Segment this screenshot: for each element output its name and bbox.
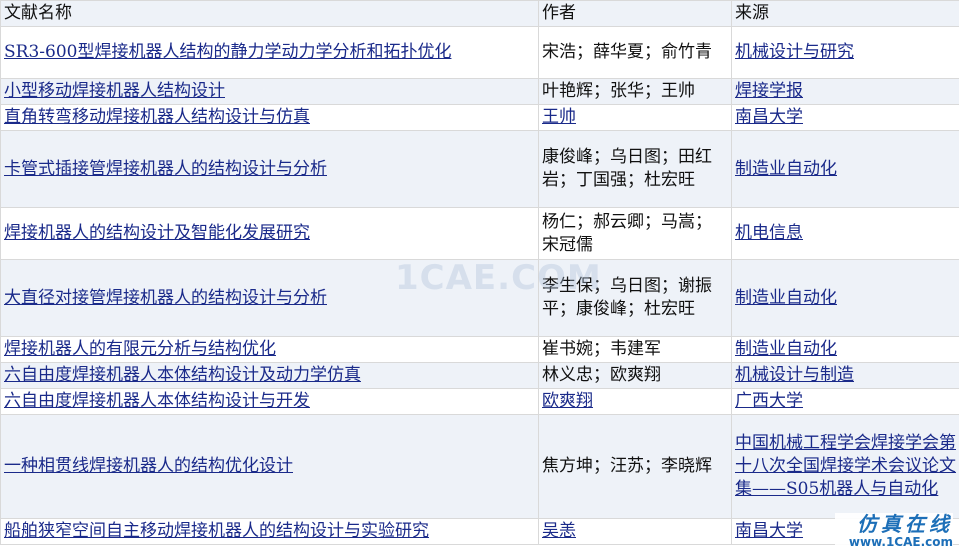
paper-title-link[interactable]: 直角转弯移动焊接机器人结构设计与仿真 xyxy=(4,107,310,127)
title-cell: 六自由度焊接机器人本体结构设计及动力学仿真 xyxy=(0,362,539,389)
header-title: 文献名称 xyxy=(0,0,539,27)
table-row: 卡管式插接管焊接机器人的结构设计与分析 康俊峰；乌日图；田红岩；丁国强；杜宏旺 … xyxy=(0,130,959,208)
authors-cell: 林义忠；欧爽翔 xyxy=(538,362,732,389)
author-link[interactable]: 王帅 xyxy=(542,107,576,127)
paper-title-link[interactable]: 船舶狭窄空间自主移动焊接机器人的结构设计与实验研究 xyxy=(4,521,429,541)
source-cell: 机械设计与研究 xyxy=(731,26,959,79)
source-cell: 南昌大学 xyxy=(731,518,959,545)
authors-cell: 杨仁；郝云卿；马嵩；宋冠儒 xyxy=(538,207,732,260)
authors-cell: 康俊峰；乌日图；田红岩；丁国强；杜宏旺 xyxy=(538,130,732,208)
table-row: 大直径对接管焊接机器人的结构设计与分析 李生保；乌日图；谢振平；康俊峰；杜宏旺 … xyxy=(0,259,959,337)
author-link[interactable]: 吴恙 xyxy=(542,521,576,541)
title-cell: 卡管式插接管焊接机器人的结构设计与分析 xyxy=(0,130,539,208)
source-link[interactable]: 机电信息 xyxy=(735,223,803,243)
header-authors: 作者 xyxy=(538,0,732,27)
paper-title-link[interactable]: 一种相贯线焊接机器人的结构优化设计 xyxy=(4,456,293,476)
authors-cell: 叶艳辉；张华；王帅 xyxy=(538,78,732,105)
source-link[interactable]: 制造业自动化 xyxy=(735,339,837,359)
table-row: 船舶狭窄空间自主移动焊接机器人的结构设计与实验研究 吴恙 南昌大学 xyxy=(0,518,959,545)
table-row: 六自由度焊接机器人本体结构设计与开发 欧爽翔 广西大学 xyxy=(0,388,959,415)
table-row: SR3-600型焊接机器人结构的静力学动力学分析和拓扑优化 宋浩；薛华夏；俞竹青… xyxy=(0,26,959,79)
authors-cell: 崔书婉；韦建军 xyxy=(538,336,732,363)
paper-title-link[interactable]: 焊接机器人的结构设计及智能化发展研究 xyxy=(4,223,310,243)
authors-cell: 王帅 xyxy=(538,104,732,131)
authors-cell: 焦方坤；汪苏；李晓辉 xyxy=(538,414,732,519)
title-cell: 大直径对接管焊接机器人的结构设计与分析 xyxy=(0,259,539,337)
source-cell: 中国机械工程学会焊接学会第十八次全国焊接学术会议论文集——S05机器人与自动化 xyxy=(731,414,959,519)
title-cell: 小型移动焊接机器人结构设计 xyxy=(0,78,539,105)
source-link[interactable]: 广西大学 xyxy=(735,391,803,411)
literature-table: 文献名称 作者 来源 SR3-600型焊接机器人结构的静力学动力学分析和拓扑优化… xyxy=(0,0,959,545)
title-cell: 船舶狭窄空间自主移动焊接机器人的结构设计与实验研究 xyxy=(0,518,539,545)
source-link[interactable]: 机械设计与研究 xyxy=(735,42,854,62)
paper-title-link[interactable]: 大直径对接管焊接机器人的结构设计与分析 xyxy=(4,288,327,308)
authors-cell: 李生保；乌日图；谢振平；康俊峰；杜宏旺 xyxy=(538,259,732,337)
source-link[interactable]: 焊接学报 xyxy=(735,81,803,101)
title-cell: 直角转弯移动焊接机器人结构设计与仿真 xyxy=(0,104,539,131)
source-cell: 制造业自动化 xyxy=(731,259,959,337)
table-row: 直角转弯移动焊接机器人结构设计与仿真 王帅 南昌大学 xyxy=(0,104,959,131)
paper-title-link[interactable]: 小型移动焊接机器人结构设计 xyxy=(4,81,225,101)
table-row: 小型移动焊接机器人结构设计 叶艳辉；张华；王帅 焊接学报 xyxy=(0,78,959,105)
title-cell: 六自由度焊接机器人本体结构设计与开发 xyxy=(0,388,539,415)
source-link[interactable]: 南昌大学 xyxy=(735,107,803,127)
table-header-row: 文献名称 作者 来源 xyxy=(0,0,959,27)
source-cell: 机械设计与制造 xyxy=(731,362,959,389)
authors-cell: 欧爽翔 xyxy=(538,388,732,415)
source-cell: 焊接学报 xyxy=(731,78,959,105)
title-cell: 焊接机器人的有限元分析与结构优化 xyxy=(0,336,539,363)
table-row: 焊接机器人的结构设计及智能化发展研究 杨仁；郝云卿；马嵩；宋冠儒 机电信息 xyxy=(0,207,959,260)
authors-cell: 吴恙 xyxy=(538,518,732,545)
source-cell: 制造业自动化 xyxy=(731,336,959,363)
table-row: 焊接机器人的有限元分析与结构优化 崔书婉；韦建军 制造业自动化 xyxy=(0,336,959,363)
source-link[interactable]: 制造业自动化 xyxy=(735,288,837,308)
source-cell: 南昌大学 xyxy=(731,104,959,131)
table-row: 一种相贯线焊接机器人的结构优化设计 焦方坤；汪苏；李晓辉 中国机械工程学会焊接学… xyxy=(0,414,959,519)
header-source: 来源 xyxy=(731,0,959,27)
source-link[interactable]: 南昌大学 xyxy=(735,521,803,541)
title-cell: 焊接机器人的结构设计及智能化发展研究 xyxy=(0,207,539,260)
paper-title-link[interactable]: SR3-600型焊接机器人结构的静力学动力学分析和拓扑优化 xyxy=(4,42,451,62)
source-cell: 机电信息 xyxy=(731,207,959,260)
paper-title-link[interactable]: 焊接机器人的有限元分析与结构优化 xyxy=(4,339,276,359)
source-link[interactable]: 中国机械工程学会焊接学会第十八次全国焊接学术会议论文集——S05机器人与自动化 xyxy=(735,433,956,499)
source-link[interactable]: 制造业自动化 xyxy=(735,159,837,179)
title-cell: 一种相贯线焊接机器人的结构优化设计 xyxy=(0,414,539,519)
paper-title-link[interactable]: 六自由度焊接机器人本体结构设计及动力学仿真 xyxy=(4,365,361,385)
authors-cell: 宋浩；薛华夏；俞竹青 xyxy=(538,26,732,79)
paper-title-link[interactable]: 卡管式插接管焊接机器人的结构设计与分析 xyxy=(4,159,327,179)
source-link[interactable]: 机械设计与制造 xyxy=(735,365,854,385)
table-row: 六自由度焊接机器人本体结构设计及动力学仿真 林义忠；欧爽翔 机械设计与制造 xyxy=(0,362,959,389)
paper-title-link[interactable]: 六自由度焊接机器人本体结构设计与开发 xyxy=(4,391,310,411)
title-cell: SR3-600型焊接机器人结构的静力学动力学分析和拓扑优化 xyxy=(0,26,539,79)
source-cell: 制造业自动化 xyxy=(731,130,959,208)
author-link[interactable]: 欧爽翔 xyxy=(542,391,593,411)
source-cell: 广西大学 xyxy=(731,388,959,415)
